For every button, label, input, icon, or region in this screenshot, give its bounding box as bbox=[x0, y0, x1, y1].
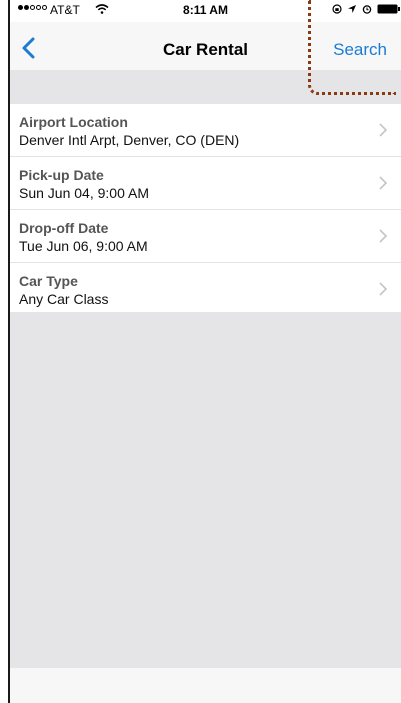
bottom-toolbar bbox=[10, 668, 401, 703]
rental-form-list: Airport Location Denver Intl Arpt, Denve… bbox=[10, 104, 401, 316]
row-value: Denver Intl Arpt, Denver, CO (DEN) bbox=[19, 132, 240, 148]
row-value: Sun Jun 04, 9:00 AM bbox=[19, 185, 149, 201]
row-value: Tue Jun 06, 9:00 AM bbox=[19, 238, 148, 254]
chevron-right-icon bbox=[379, 229, 387, 243]
chevron-right-icon bbox=[379, 176, 387, 190]
row-label: Pick-up Date bbox=[19, 167, 104, 183]
row-value: Any Car Class bbox=[19, 291, 109, 307]
row-label: Airport Location bbox=[19, 114, 128, 130]
row-dropoff-date[interactable]: Drop-off Date Tue Jun 06, 9:00 AM bbox=[10, 210, 401, 263]
row-airport-location[interactable]: Airport Location Denver Intl Arpt, Denve… bbox=[10, 104, 401, 157]
row-label: Drop-off Date bbox=[19, 220, 109, 236]
row-label: Car Type bbox=[19, 273, 78, 289]
car-rental-screen: AT&T 8:11 AM Car Rental Search Airport L… bbox=[10, 0, 401, 703]
chevron-right-icon bbox=[379, 123, 387, 137]
empty-content-area bbox=[10, 312, 401, 668]
highlight-callout bbox=[308, 0, 396, 95]
row-pickup-date[interactable]: Pick-up Date Sun Jun 04, 9:00 AM bbox=[10, 157, 401, 210]
chevron-right-icon bbox=[379, 282, 387, 296]
row-car-type[interactable]: Car Type Any Car Class bbox=[10, 263, 401, 316]
